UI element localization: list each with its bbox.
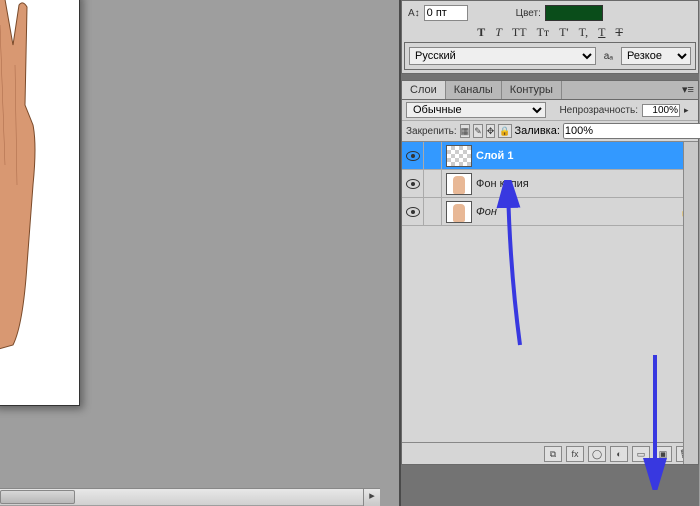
opacity-label: Непрозрачность: [559,105,638,116]
layers-panel: Слои Каналы Контуры ▾≡ Обычные Непрозрач… [401,80,699,465]
canvas-workspace[interactable]: ▸ [0,0,380,506]
fx-icon[interactable]: fx [566,446,584,462]
leading-icon: A↕ [408,8,420,19]
layer-name: Слой 1 [476,150,513,162]
antialias-select[interactable]: Резкое [621,47,691,65]
layers-bottom-bar: ⧉ fx ◯ ◐ ▭ ▣ 🗑 [402,442,698,464]
lock-all-icon[interactable]: 🔒 [498,124,511,138]
visibility-icon[interactable] [406,151,420,161]
layers-scrollbar[interactable] [683,142,698,464]
document-canvas[interactable] [0,0,80,406]
blend-opacity-row: Обычные Непрозрачность: ▸ [402,100,698,121]
tab-channels[interactable]: Каналы [446,81,502,99]
layer-item[interactable]: Фон 🔒 [402,198,698,226]
hand-image [0,0,45,355]
new-layer-icon[interactable]: ▣ [654,446,672,462]
type-superscript[interactable]: T' [556,25,572,40]
fill-label: Заливка: [515,125,560,137]
layer-name: Фон [476,206,497,218]
layer-item[interactable]: Слой 1 [402,142,698,170]
adjustment-icon[interactable]: ◐ [610,446,628,462]
type-style-row: T T TT Tт T' T, T Ŧ [404,23,696,42]
language-select[interactable]: Русский [409,47,596,65]
layer-thumbnail[interactable] [446,145,472,167]
type-subscript[interactable]: T, [576,25,591,40]
text-color-swatch[interactable] [545,5,603,21]
scrollbar-thumb[interactable] [0,490,75,504]
lock-transparency-icon[interactable]: ▦ [460,124,471,138]
layer-item[interactable]: Фон копия [402,170,698,198]
blend-mode-select[interactable]: Обычные [406,102,546,118]
link-col[interactable] [424,142,442,170]
layer-thumbnail[interactable] [446,173,472,195]
right-panels: A↕ Цвет: T T TT Tт T' T, T Ŧ Русский aₐ … [399,0,699,506]
link-layers-icon[interactable]: ⧉ [544,446,562,462]
type-allcaps[interactable]: TT [509,25,530,40]
antialias-icon: aₐ [604,51,613,62]
color-label: Цвет: [516,8,541,19]
tab-paths[interactable]: Контуры [502,81,562,99]
lock-fill-row: Закрепить: ▦ ✎ ✥ 🔒 Заливка: ▸ [402,121,698,142]
layer-thumbnail[interactable] [446,201,472,223]
lock-pixels-icon[interactable]: ✎ [473,124,483,138]
type-strike[interactable]: Ŧ [612,25,625,40]
type-underline[interactable]: T [595,25,608,40]
visibility-icon[interactable] [406,179,420,189]
link-col[interactable] [424,170,442,198]
link-col[interactable] [424,198,442,226]
lock-position-icon[interactable]: ✥ [486,124,496,138]
scrollbar-right-arrow[interactable]: ▸ [363,489,380,506]
leading-input[interactable] [424,5,468,21]
type-smallcaps[interactable]: Tт [534,25,553,40]
type-bold[interactable]: T [474,25,488,40]
opacity-input[interactable] [642,104,680,117]
horizontal-scrollbar[interactable]: ▸ [0,488,380,505]
panel-tabs: Слои Каналы Контуры ▾≡ [402,81,698,100]
opacity-flyout[interactable]: ▸ [684,105,694,116]
lock-label: Закрепить: [406,126,457,137]
group-icon[interactable]: ▭ [632,446,650,462]
layers-list: Слой 1 Фон копия Фон 🔒 ⧉ fx ◯ ◐ ▭ [402,142,698,464]
visibility-icon[interactable] [406,207,420,217]
type-italic[interactable]: T [492,25,505,40]
mask-icon[interactable]: ◯ [588,446,606,462]
layer-name: Фон копия [476,178,529,190]
character-panel: A↕ Цвет: T T TT Tт T' T, T Ŧ Русский aₐ … [401,0,699,74]
fill-input[interactable] [563,123,700,139]
panel-menu-icon[interactable]: ▾≡ [682,83,696,95]
tab-layers[interactable]: Слои [402,81,446,99]
